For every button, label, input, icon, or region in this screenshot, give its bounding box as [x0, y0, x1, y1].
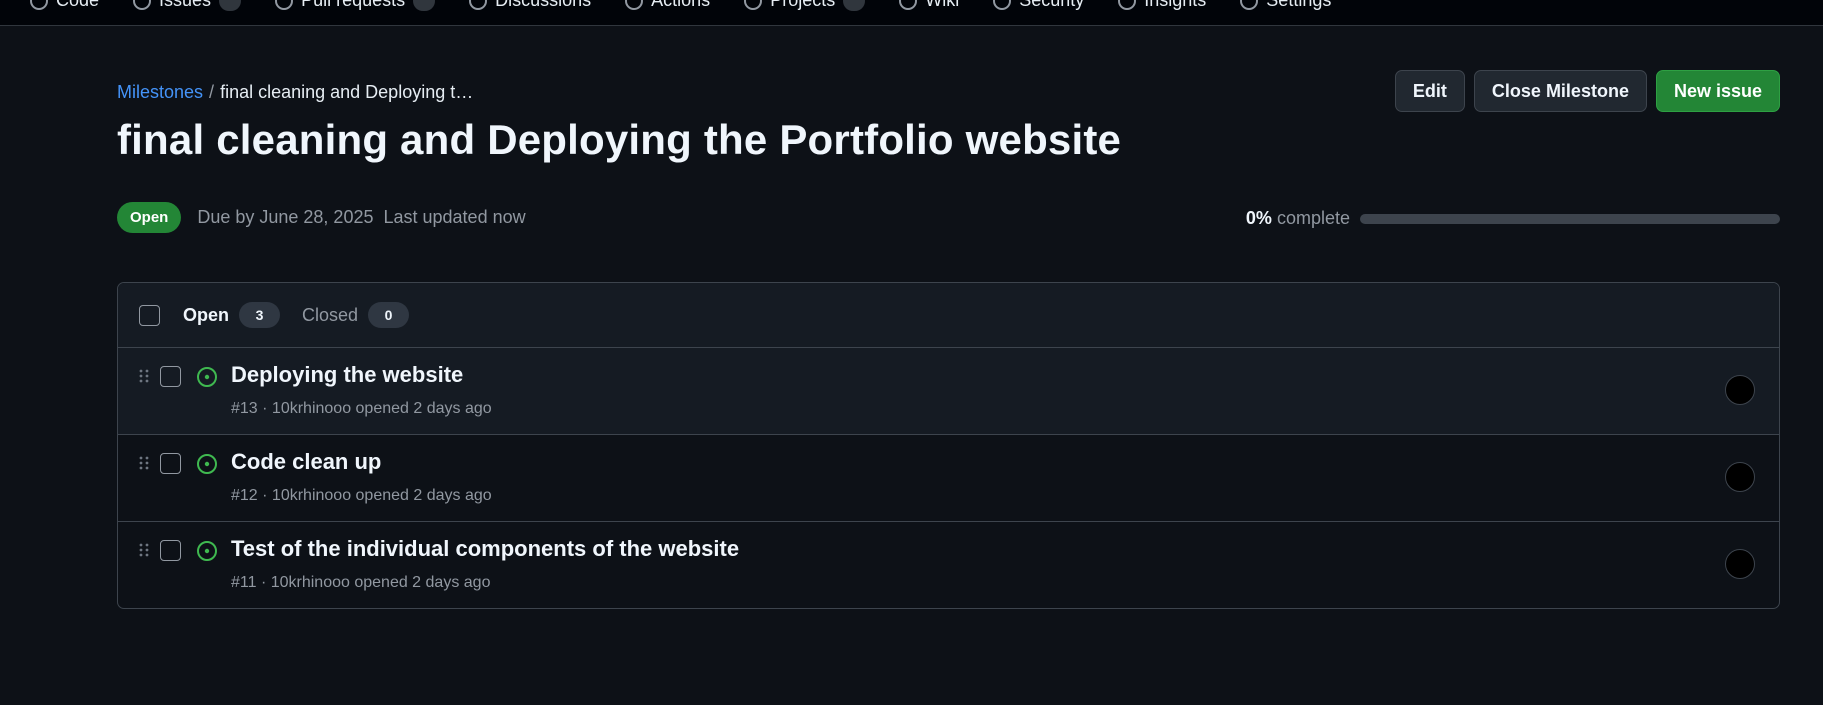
assignee-avatar[interactable] [1725, 549, 1755, 579]
tab-actions[interactable]: Actions [625, 0, 710, 11]
closed-issues-tab[interactable]: Closed 0 [302, 302, 410, 328]
breadcrumb-milestones-link[interactable]: Milestones [117, 82, 203, 102]
git-pull-request-icon [275, 0, 294, 10]
closed-count: 0 [368, 302, 410, 328]
issue-opened-icon [196, 366, 218, 393]
table-icon [744, 0, 763, 10]
drag-handle-icon[interactable] [139, 542, 149, 558]
assignee-avatar[interactable] [1725, 462, 1755, 492]
issue-opened-icon [196, 453, 218, 480]
tab-pull-requests[interactable]: Pull requests [275, 0, 436, 11]
close-milestone-button[interactable]: Close Milestone [1473, 70, 1647, 112]
projects-counter [843, 0, 866, 11]
last-updated: Last updated now [383, 207, 526, 227]
milestone-progress: 0% complete [1246, 208, 1780, 229]
issue-title-link[interactable]: Deploying the website [231, 362, 463, 388]
drag-handle-icon[interactable] [139, 368, 149, 384]
milestone-meta: Open Due by June 28, 2025 Last updated n… [117, 202, 526, 233]
tab-code[interactable]: Code [30, 0, 99, 11]
issue-checkbox[interactable] [160, 453, 181, 474]
open-count: 3 [239, 302, 281, 328]
issues-counter [219, 0, 242, 11]
progress-label: 0% complete [1246, 208, 1350, 229]
graph-icon [1118, 0, 1137, 10]
issues-list: Open 3 Closed 0 Deploying the website #13 … [117, 282, 1780, 609]
breadcrumb-separator: / [209, 82, 215, 102]
code-icon [30, 0, 48, 10]
issue-title-link[interactable]: Test of the individual components of the… [231, 536, 739, 562]
issue-meta: #13 · 10krhinooo opened 2 days ago [231, 400, 492, 417]
play-icon [625, 0, 644, 10]
tab-discussions[interactable]: Discussions [469, 0, 591, 11]
book-icon [899, 0, 918, 10]
tab-security[interactable]: Security [993, 0, 1084, 11]
open-issues-tab[interactable]: Open 3 [183, 302, 281, 328]
progress-complete-text: complete [1276, 208, 1350, 228]
issue-meta: #11 · 10krhinooo opened 2 days ago [231, 574, 491, 591]
issue-opened-icon [196, 540, 218, 567]
tab-insights[interactable]: Insights [1118, 0, 1206, 11]
select-all-checkbox[interactable] [139, 304, 160, 326]
tab-projects[interactable]: Projects [744, 0, 866, 11]
issue-row[interactable]: Deploying the website #13 · 10krhinooo o… [118, 348, 1779, 435]
edit-button[interactable]: Edit [1394, 70, 1465, 112]
issue-row[interactable]: Test of the individual components of the… [118, 522, 1779, 608]
milestone-actions: Edit Close Milestone New issue [1394, 70, 1780, 112]
tab-issues[interactable]: Issues [133, 0, 242, 11]
issue-title-link[interactable]: Code clean up [231, 449, 381, 475]
tab-wiki[interactable]: Wiki [899, 0, 959, 11]
pull-requests-counter [413, 0, 436, 11]
comment-discussion-icon [469, 0, 488, 10]
repo-navigation: Code Issues Pull requests Discussions Ac… [0, 0, 1823, 26]
issue-opened-icon [133, 0, 152, 10]
progress-bar [1360, 213, 1780, 224]
status-badge: Open [117, 202, 182, 233]
breadcrumb-current: final cleaning and Deploying t… [220, 82, 474, 102]
issue-checkbox[interactable] [160, 366, 181, 387]
due-date: Due by June 28, 2025 [197, 207, 374, 227]
progress-percent: 0% [1245, 208, 1272, 228]
tab-settings[interactable]: Settings [1240, 0, 1331, 11]
assignee-avatar[interactable] [1725, 375, 1755, 405]
issues-list-header: Open 3 Closed 0 [118, 283, 1779, 348]
new-issue-button[interactable]: New issue [1655, 70, 1780, 112]
gear-icon [1240, 0, 1259, 10]
page-title: final cleaning and Deploying the Portfol… [117, 116, 1122, 163]
drag-handle-icon[interactable] [139, 455, 149, 471]
issue-row[interactable]: Code clean up #12 · 10krhinooo opened 2 … [118, 435, 1779, 522]
shield-icon [993, 0, 1012, 10]
breadcrumb: Milestones / final cleaning and Deploying … [117, 82, 473, 103]
issue-meta: #12 · 10krhinooo opened 2 days ago [231, 487, 492, 504]
issue-checkbox[interactable] [160, 540, 181, 561]
